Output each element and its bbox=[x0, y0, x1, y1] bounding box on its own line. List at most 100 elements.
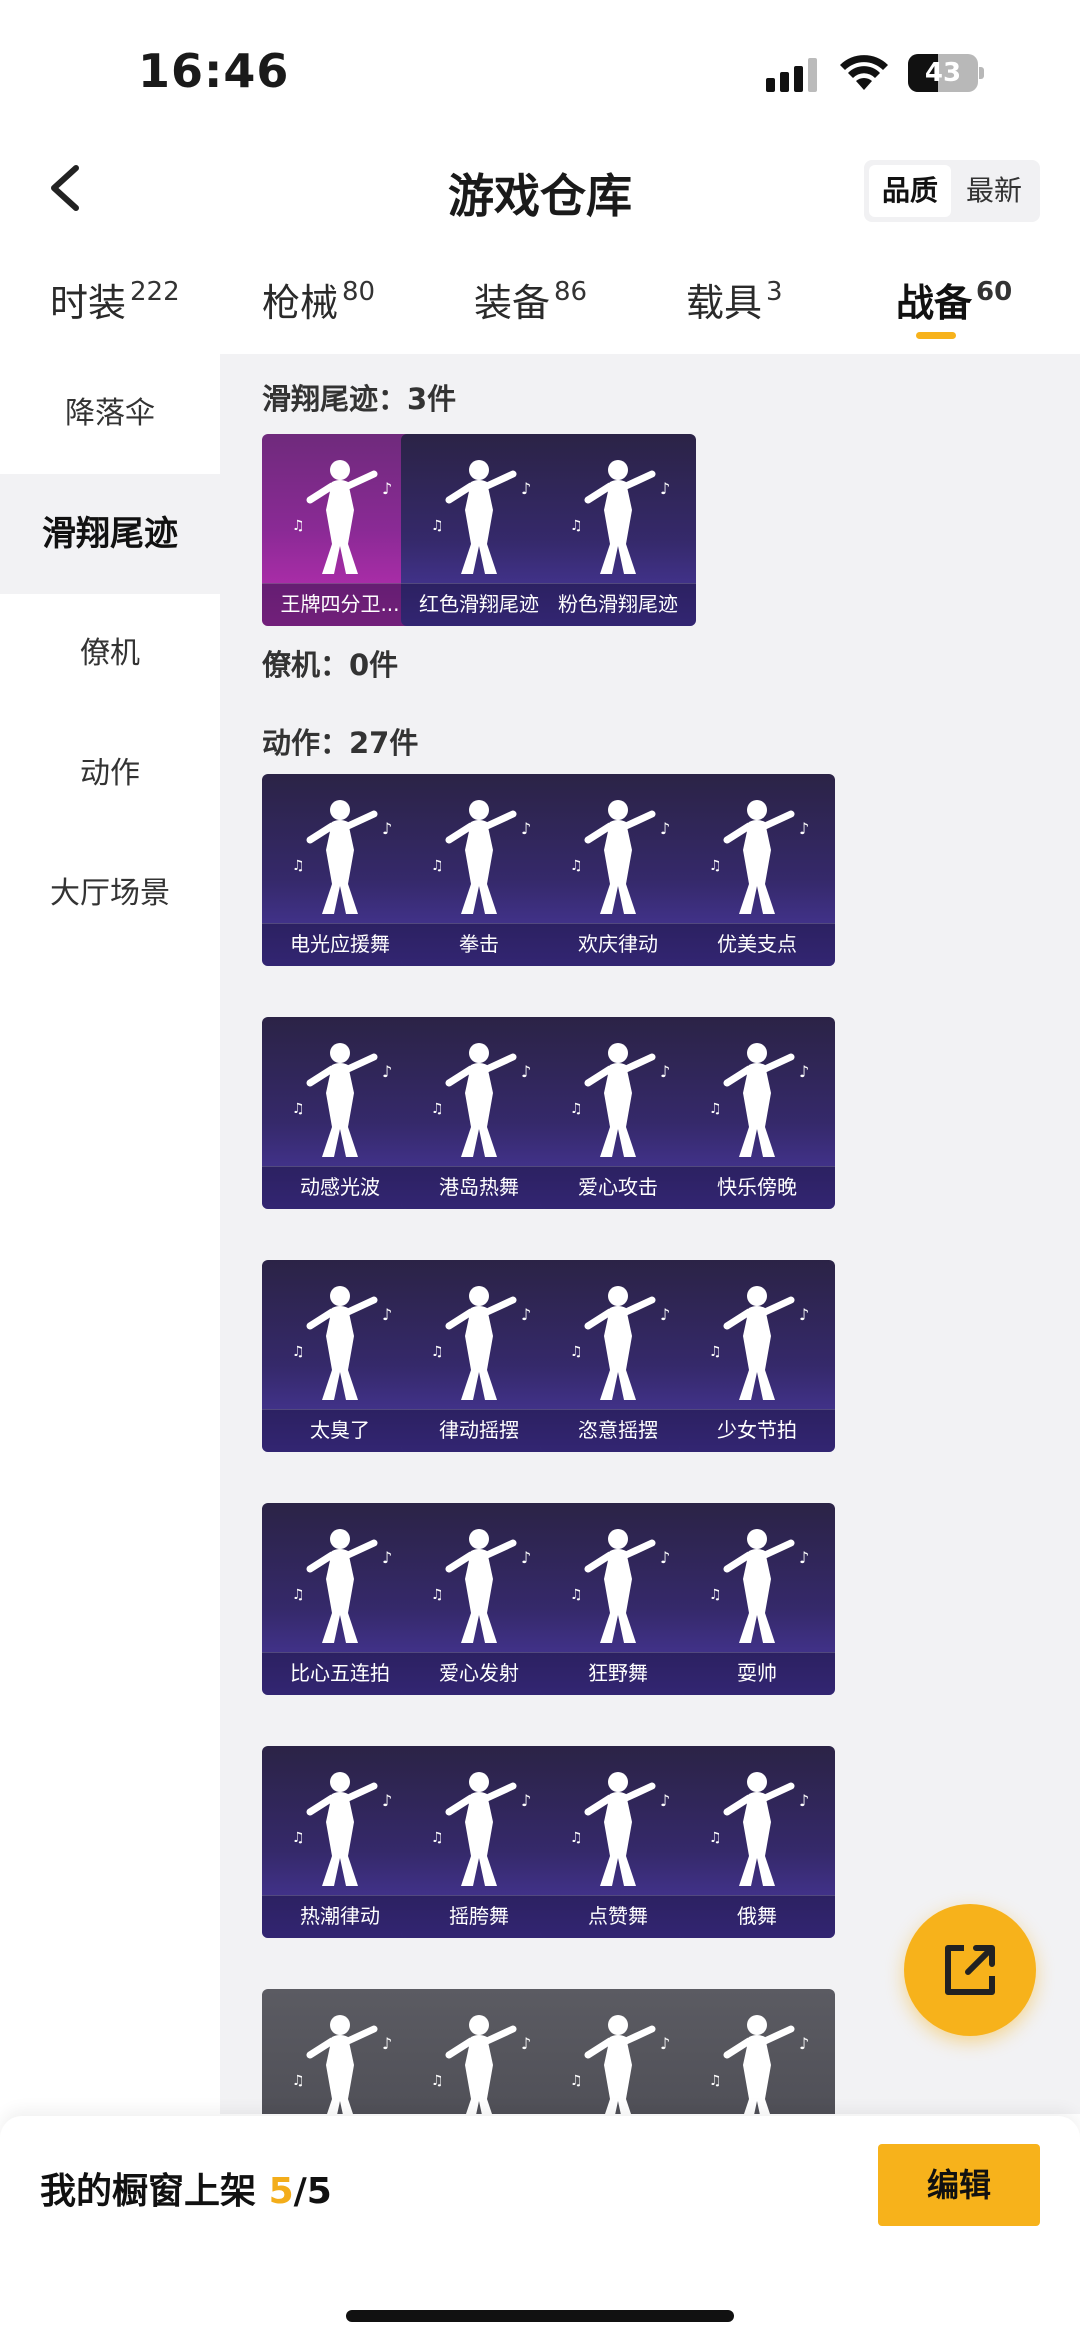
svg-text:♫: ♫ bbox=[709, 1344, 722, 1360]
dancer-icon: ♪ ♫ bbox=[709, 1043, 809, 1157]
sidebar-item-parachute[interactable]: 降落伞 bbox=[0, 354, 220, 474]
emote-card[interactable]: ♪ ♫ 快乐傍晚 bbox=[679, 1017, 835, 1209]
svg-text:♪: ♪ bbox=[799, 1791, 809, 1810]
emote-card[interactable]: ♪ ♫ 动感光波 bbox=[262, 1017, 418, 1209]
emote-card[interactable]: ♪ ♫ 恣意摇摆 bbox=[540, 1260, 696, 1452]
emote-card[interactable]: ♪ ♫ 爱心攻击 bbox=[540, 1017, 696, 1209]
svg-text:♫: ♫ bbox=[709, 1101, 722, 1117]
category-tabs: 时装 222 枪械 80 装备 86 载具 3 战备 60 bbox=[0, 262, 1080, 354]
svg-text:♫: ♫ bbox=[570, 1830, 583, 1846]
sidebar-item-lobby-scene[interactable]: 大厅场景 bbox=[0, 834, 220, 954]
status-time: 16:46 bbox=[138, 44, 290, 98]
svg-text:♫: ♫ bbox=[570, 1587, 583, 1603]
tab-battle-gear[interactable]: 战备 60 bbox=[896, 272, 1012, 327]
item-card-label: 王牌四分卫... bbox=[262, 583, 418, 626]
glide-trail-card[interactable]: ♪ ♫ 粉色滑翔尾迹 bbox=[540, 434, 696, 626]
svg-text:♪: ♪ bbox=[799, 1548, 809, 1567]
svg-text:♪: ♪ bbox=[799, 2034, 809, 2053]
section-title-emotes: 动作：27件 bbox=[262, 726, 419, 760]
dancer-icon: ♪ ♫ bbox=[292, 800, 392, 914]
item-card-label: 点赞舞 bbox=[540, 1895, 696, 1938]
dancer-icon: ♪ ♫ bbox=[570, 1772, 670, 1886]
section-title-glide: 滑翔尾迹：3件 bbox=[262, 382, 457, 416]
signal-icon bbox=[766, 58, 822, 92]
svg-text:♫: ♫ bbox=[431, 858, 444, 874]
emote-card[interactable]: ♪ ♫ bbox=[679, 1989, 835, 2114]
showcase-status: 我的橱窗上架 5/5 bbox=[40, 2171, 332, 2212]
svg-text:♫: ♫ bbox=[292, 1101, 305, 1117]
dancer-icon: ♪ ♫ bbox=[431, 1529, 531, 1643]
sort-option-quality[interactable]: 品质 bbox=[869, 165, 951, 217]
item-card-label: 热潮律动 bbox=[262, 1895, 418, 1938]
item-card-label: 动感光波 bbox=[262, 1166, 418, 1209]
svg-text:♫: ♫ bbox=[709, 1587, 722, 1603]
emote-card[interactable]: ♪ ♫ 优美支点 bbox=[679, 774, 835, 966]
dancer-icon: ♪ ♫ bbox=[292, 1529, 392, 1643]
emote-card[interactable]: ♪ ♫ 拳击 bbox=[401, 774, 557, 966]
emote-card[interactable]: ♪ ♫ 摇胯舞 bbox=[401, 1746, 557, 1938]
svg-text:♪: ♪ bbox=[382, 1062, 392, 1081]
emote-card[interactable]: ♪ ♫ 少女节拍 bbox=[679, 1260, 835, 1452]
tab-equipment[interactable]: 装备 86 bbox=[474, 272, 587, 327]
svg-text:♫: ♫ bbox=[709, 2073, 722, 2089]
emote-card[interactable]: ♪ ♫ 港岛热舞 bbox=[401, 1017, 557, 1209]
svg-text:♫: ♫ bbox=[570, 858, 583, 874]
section-title-wingman: 僚机：0件 bbox=[262, 648, 399, 682]
dancer-icon: ♪ ♫ bbox=[292, 1772, 392, 1886]
dancer-icon: ♪ ♫ bbox=[570, 2015, 670, 2114]
emote-card[interactable]: ♪ ♫ 热潮律动 bbox=[262, 1746, 418, 1938]
share-button[interactable] bbox=[904, 1904, 1036, 2036]
battery-icon: 43 bbox=[908, 54, 984, 92]
emote-card[interactable]: ♪ ♫ 爱心发射 bbox=[401, 1503, 557, 1695]
glide-trail-card[interactable]: ♪ ♫ 王牌四分卫... bbox=[262, 434, 418, 626]
wifi-icon bbox=[840, 55, 888, 90]
emote-card[interactable]: ♪ ♫ 狂野舞 bbox=[540, 1503, 696, 1695]
svg-text:♪: ♪ bbox=[660, 1791, 670, 1810]
tab-fashion[interactable]: 时装 222 bbox=[50, 272, 180, 327]
sidebar-item-glide-trail[interactable]: 滑翔尾迹 bbox=[0, 474, 220, 594]
item-card-label: 太臭了 bbox=[262, 1409, 418, 1452]
emote-card[interactable]: ♪ ♫ 律动摇摆 bbox=[401, 1260, 557, 1452]
dancer-icon: ♪ ♫ bbox=[709, 1529, 809, 1643]
emote-card[interactable]: ♪ ♫ 欢庆律动 bbox=[540, 774, 696, 966]
emote-card[interactable]: ♪ ♫ 耍帅 bbox=[679, 1503, 835, 1695]
emote-card[interactable]: ♪ ♫ bbox=[401, 1989, 557, 2114]
sort-toggle[interactable]: 品质 最新 bbox=[864, 160, 1040, 222]
svg-text:♪: ♪ bbox=[382, 819, 392, 838]
item-card-label: 狂野舞 bbox=[540, 1652, 696, 1695]
dancer-icon: ♪ ♫ bbox=[431, 800, 531, 914]
dancer-icon: ♪ ♫ bbox=[709, 1286, 809, 1400]
svg-text:♫: ♫ bbox=[709, 858, 722, 874]
tab-guns[interactable]: 枪械 80 bbox=[262, 272, 375, 327]
svg-text:♪: ♪ bbox=[382, 1548, 392, 1567]
glide-trail-card[interactable]: ♪ ♫ 红色滑翔尾迹 bbox=[401, 434, 557, 626]
svg-text:♪: ♪ bbox=[660, 1305, 670, 1324]
svg-text:♪: ♪ bbox=[799, 1305, 809, 1324]
svg-text:♪: ♪ bbox=[660, 819, 670, 838]
dancer-icon: ♪ ♫ bbox=[292, 2015, 392, 2114]
emote-card[interactable]: ♪ ♫ 俄舞 bbox=[679, 1746, 835, 1938]
svg-text:♫: ♫ bbox=[570, 2073, 583, 2089]
emote-card[interactable]: ♪ ♫ 点赞舞 bbox=[540, 1746, 696, 1938]
emote-card[interactable]: ♪ ♫ 电光应援舞 bbox=[262, 774, 418, 966]
emote-card[interactable]: ♪ ♫ bbox=[540, 1989, 696, 2114]
sort-option-newest[interactable]: 最新 bbox=[953, 165, 1035, 217]
dancer-icon: ♪ ♫ bbox=[709, 2015, 809, 2114]
sidebar-item-wingman[interactable]: 僚机 bbox=[0, 594, 220, 714]
item-card-label: 拳击 bbox=[401, 923, 557, 966]
emote-card[interactable]: ♪ ♫ 比心五连拍 bbox=[262, 1503, 418, 1695]
svg-text:♪: ♪ bbox=[521, 1062, 531, 1081]
tab-vehicles[interactable]: 载具 3 bbox=[686, 272, 783, 327]
item-card-label: 爱心发射 bbox=[401, 1652, 557, 1695]
edit-button[interactable]: 编辑 bbox=[878, 2144, 1040, 2226]
svg-text:♪: ♪ bbox=[382, 2034, 392, 2053]
svg-text:♪: ♪ bbox=[660, 2034, 670, 2053]
item-card-label: 摇胯舞 bbox=[401, 1895, 557, 1938]
dancer-icon: ♪ ♫ bbox=[709, 800, 809, 914]
sidebar-item-emotes[interactable]: 动作 bbox=[0, 714, 220, 834]
emote-card[interactable]: ♪ ♫ 太臭了 bbox=[262, 1260, 418, 1452]
emote-card[interactable]: ♪ ♫ bbox=[262, 1989, 418, 2114]
svg-text:♫: ♫ bbox=[292, 858, 305, 874]
showcase-current-count: 5 bbox=[268, 2171, 294, 2212]
dancer-icon: ♪ ♫ bbox=[570, 1043, 670, 1157]
